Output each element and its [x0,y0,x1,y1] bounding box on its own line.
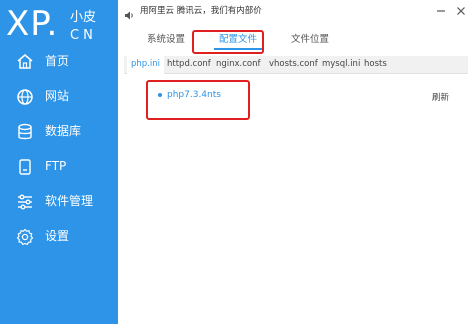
sidebar-item-settings[interactable]: 设置 [0,219,118,254]
sidebar-item-label: 设置 [45,229,70,243]
sidebar-item-label: FTP [45,159,67,173]
ftp-icon [15,157,35,177]
sidebar-item-label: 网站 [45,89,70,103]
sidebar-item-label: 首页 [45,54,70,68]
sidebar-item-software[interactable]: 软件管理 [0,184,118,219]
sliders-icon [15,192,35,212]
tab-system-settings[interactable]: 系统设置 [138,30,194,50]
subtab-nginx-conf[interactable]: nginx.conf [216,56,261,74]
minimize-button[interactable] [434,4,448,18]
promo-notice[interactable]: 用阿里云 腾讯云，我们有内部价 [140,5,262,17]
gear-icon [15,227,35,247]
sidebar-item-website[interactable]: 网站 [0,79,118,114]
logo-cn: CN [70,28,97,43]
subtab-httpd-conf[interactable]: httpd.conf [167,56,211,74]
globe-icon [15,87,35,107]
sidebar-item-label: 数据库 [45,124,82,138]
php-version-label: php7.3.4nts [167,90,221,100]
close-button[interactable] [454,4,468,18]
subtab-mysql-ini[interactable]: mysql.ini [322,56,360,74]
database-icon [15,122,35,142]
logo-name: 小皮 [70,10,97,25]
app-window: XP. 小皮 CN 首页 网站 数据库 FTP 软件管理 设置 用阿里云 腾讯云… [0,0,474,324]
tab-config-files[interactable]: 配置文件 [208,30,268,50]
sidebar-item-ftp[interactable]: FTP [0,149,118,184]
main-panel: 用阿里云 腾讯云，我们有内部价 系统设置 配置文件 文件位置 php.ini h… [118,0,474,324]
logo-brand: XP. [6,4,59,44]
home-icon [15,52,35,72]
sidebar-item-home[interactable]: 首页 [0,44,118,79]
config-file-tabs: php.ini httpd.conf nginx.conf vhosts.con… [124,56,468,74]
tab-file-location[interactable]: 文件位置 [282,30,338,50]
config-content: php7.3.4nts [124,76,468,324]
settings-tabs: 系统设置 配置文件 文件位置 [128,30,464,50]
logo: XP. 小皮 CN [6,4,118,46]
sidebar: XP. 小皮 CN 首页 网站 数据库 FTP 软件管理 设置 [0,0,118,324]
subtab-vhosts-conf[interactable]: vhosts.conf [269,56,318,74]
php-version-item[interactable]: php7.3.4nts [158,89,221,101]
sidebar-nav: 首页 网站 数据库 FTP 软件管理 设置 [0,44,118,254]
bullet-icon [158,92,162,97]
speaker-icon [124,6,135,20]
refresh-button[interactable]: 刷新 [432,92,449,104]
titlebar: 用阿里云 腾讯云，我们有内部价 [118,0,474,24]
sidebar-item-database[interactable]: 数据库 [0,114,118,149]
sidebar-item-label: 软件管理 [45,194,94,208]
subtab-php-ini[interactable]: php.ini [127,56,164,74]
subtab-hosts[interactable]: hosts [364,56,387,74]
